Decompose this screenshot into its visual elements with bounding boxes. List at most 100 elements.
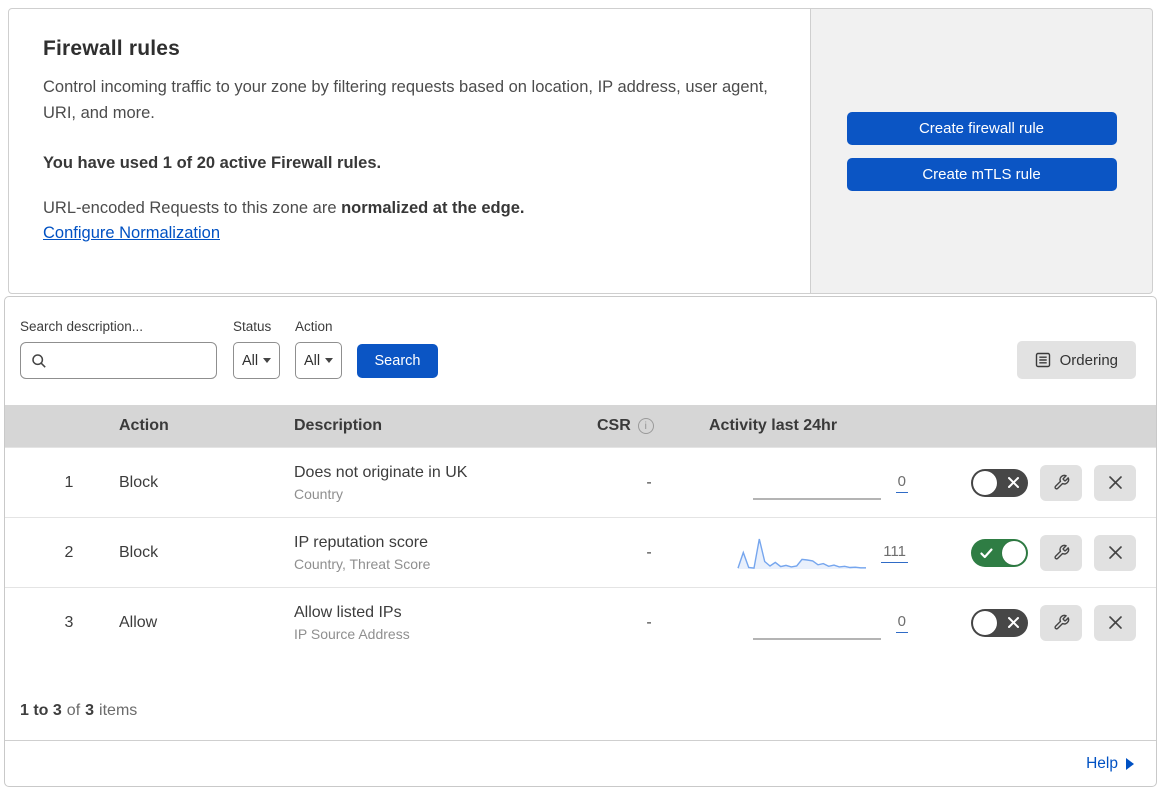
table-header: Action Description CSR i Activity last 2… (5, 405, 1156, 447)
activity-sparkline (752, 497, 881, 500)
table-row: 1 Block Does not originate in UK Country… (5, 447, 1156, 517)
close-icon (1108, 615, 1123, 630)
rule-description-cell: Allow listed IPs IP Source Address (294, 604, 589, 642)
search-input[interactable] (47, 343, 228, 378)
rule-priority: 1 (64, 473, 74, 491)
toggle-knob (973, 610, 997, 635)
column-activity: Activity last 24hr (709, 417, 838, 434)
enable-toggle[interactable] (971, 608, 1028, 637)
search-input-wrapper (20, 342, 228, 379)
x-icon (1007, 616, 1020, 632)
action-filter-group: Action All (295, 319, 342, 379)
info-icon[interactable]: i (637, 418, 654, 434)
rule-description: Does not originate in UK (294, 463, 468, 481)
rule-description-cell: Does not originate in UK Country (294, 464, 589, 502)
column-csr: CSR i (589, 417, 709, 435)
configure-normalization-link[interactable]: Configure Normalization (43, 224, 220, 243)
rule-priority: 3 (64, 613, 74, 631)
activity-sparkline (752, 637, 881, 640)
chevron-down-icon (325, 358, 334, 363)
normalization-bold: normalized at the edge. (341, 199, 525, 218)
help-row: Help (5, 740, 1156, 786)
rule-action: Block (119, 473, 159, 491)
filter-bar: Search description... Status All Action … (5, 297, 1156, 405)
wrench-icon (1053, 614, 1070, 631)
rule-description-cell: IP reputation score Country, Threat Scor… (294, 534, 589, 572)
arrow-right-icon (1126, 757, 1134, 770)
status-label: Status (233, 319, 272, 334)
rule-controls (944, 604, 1142, 641)
status-value: All (241, 352, 259, 369)
enable-toggle[interactable] (971, 538, 1028, 567)
summary-range: 1 to 3 (20, 702, 62, 719)
delete-rule-button[interactable] (1094, 464, 1136, 501)
rule-csr-value: - (646, 543, 652, 561)
create-mtls-rule-button[interactable]: Create mTLS rule (846, 157, 1117, 191)
wrench-icon (1053, 544, 1070, 561)
chevron-down-icon (263, 358, 272, 363)
rule-action: Allow (119, 613, 158, 631)
delete-rule-button[interactable] (1094, 534, 1136, 571)
edit-rule-button[interactable] (1040, 464, 1082, 501)
column-action: Action (119, 417, 169, 434)
csr-label: CSR (597, 417, 631, 434)
page-header-section: Firewall rules Control incoming traffic … (8, 8, 1153, 294)
create-firewall-rule-button[interactable]: Create firewall rule (846, 111, 1117, 145)
status-filter-group: Status All (233, 319, 280, 379)
rule-fields: Country, Threat Score (294, 555, 431, 572)
rule-fields: IP Source Address (294, 625, 410, 642)
toggle-knob (973, 470, 997, 495)
page-description: Control incoming traffic to your zone by… (43, 78, 768, 122)
activity-count-link[interactable]: 0 (895, 473, 908, 493)
rule-csr-value: - (646, 473, 652, 491)
rules-card: Search description... Status All Action … (4, 296, 1157, 787)
rule-controls (944, 464, 1142, 501)
action-value: All (303, 352, 321, 369)
usage-summary: You have used 1 of 20 active Firewall ru… (43, 154, 382, 173)
activity-sparkline (737, 538, 867, 569)
pagination-summary: 1 to 3 of 3 items (5, 666, 1156, 740)
rule-fields: Country (294, 485, 344, 502)
summary-of: of (66, 702, 81, 719)
search-label: Search description... (20, 319, 144, 334)
action-label: Action (295, 319, 333, 334)
help-link[interactable]: Help (1086, 755, 1118, 773)
rule-activity-cell: 0 (709, 604, 944, 642)
rule-activity-cell: 111 (709, 534, 944, 572)
status-dropdown[interactable]: All (233, 342, 280, 379)
ordering-button[interactable]: Ordering (1016, 341, 1136, 379)
check-icon (980, 547, 993, 562)
toggle-knob (1002, 540, 1026, 565)
rule-description: IP reputation score (294, 533, 429, 551)
table-row: 2 Block IP reputation score Country, Thr… (5, 517, 1156, 587)
close-icon (1108, 475, 1123, 490)
summary-items: items (99, 702, 138, 719)
page-title: Firewall rules (43, 37, 181, 60)
search-group: Search description... (20, 319, 228, 379)
delete-rule-button[interactable] (1094, 604, 1136, 641)
ordering-list-icon (1035, 352, 1051, 368)
close-icon (1108, 545, 1123, 560)
table-row: 3 Allow Allow listed IPs IP Source Addre… (5, 587, 1156, 657)
column-description: Description (294, 417, 383, 434)
x-icon (1007, 476, 1020, 492)
rule-activity-cell: 0 (709, 464, 944, 502)
search-icon (31, 353, 47, 369)
intro-panel: Firewall rules Control incoming traffic … (8, 8, 811, 294)
enable-toggle[interactable] (971, 468, 1028, 497)
normalization-note: URL-encoded Requests to this zone are no… (43, 199, 770, 218)
ordering-label: Ordering (1059, 351, 1118, 369)
activity-count-link[interactable]: 111 (881, 543, 908, 563)
summary-total: 3 (85, 702, 95, 719)
activity-count-link[interactable]: 0 (895, 613, 908, 633)
rule-priority: 2 (64, 543, 74, 561)
rule-controls (944, 534, 1142, 571)
wrench-icon (1053, 474, 1070, 491)
actions-panel: Create firewall rule Create mTLS rule (811, 8, 1153, 294)
edit-rule-button[interactable] (1040, 604, 1082, 641)
rule-description: Allow listed IPs (294, 603, 402, 621)
rule-action: Block (119, 543, 159, 561)
action-dropdown[interactable]: All (295, 342, 342, 379)
search-button[interactable]: Search (357, 344, 438, 378)
edit-rule-button[interactable] (1040, 534, 1082, 571)
